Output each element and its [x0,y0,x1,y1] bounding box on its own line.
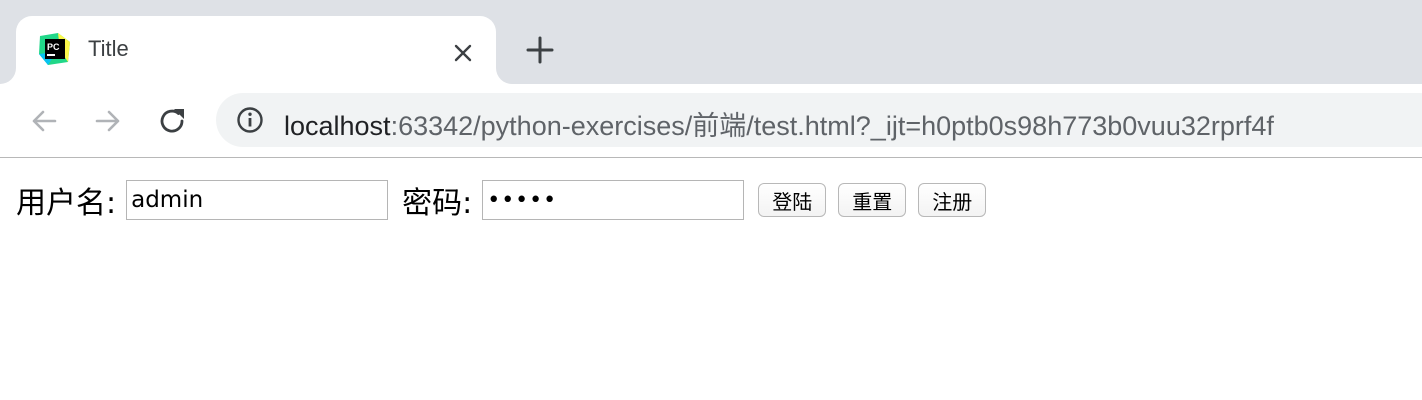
tab-title-page[interactable]: PC Title [16,16,496,84]
arrow-right-icon [95,110,120,132]
new-tab-button[interactable] [522,32,558,68]
password-mask: ••••• [487,187,558,213]
url-text[interactable]: localhost:63342/python-exercises/前端/test… [284,104,1274,143]
address-bar[interactable]: localhost:63342/python-exercises/前端/test… [216,93,1422,147]
reload-icon [160,109,184,133]
back-button[interactable] [26,103,62,139]
pycharm-icon: PC [39,33,70,65]
reload-button[interactable] [154,103,190,139]
login-form: 用户名: admin 密码: ••••• 登陆 重置 注册 [16,178,987,222]
register-button[interactable]: 注册 [918,183,987,217]
login-button[interactable]: 登陆 [758,183,827,217]
tab-strip: PC Title [0,0,1422,84]
close-tab-button[interactable] [448,38,478,68]
forward-button[interactable] [90,103,126,139]
username-label: 用户名: [16,186,117,221]
username-value: admin [131,187,204,213]
browser-toolbar: localhost:63342/python-exercises/前端/test… [0,84,1422,158]
close-icon [454,44,472,62]
tab-title: Title [88,36,129,61]
password-input[interactable]: ••••• [482,180,745,220]
arrow-left-icon [32,110,57,132]
plus-icon [526,36,554,64]
url-host: localhost [284,111,391,141]
info-icon[interactable] [236,106,264,134]
reset-button[interactable]: 重置 [838,183,907,217]
svg-text:PC: PC [47,42,60,52]
username-input[interactable]: admin [126,180,389,220]
url-path: :63342/python-exercises/前端/test.html?_ij… [390,111,1274,141]
password-label: 密码: [402,186,473,221]
